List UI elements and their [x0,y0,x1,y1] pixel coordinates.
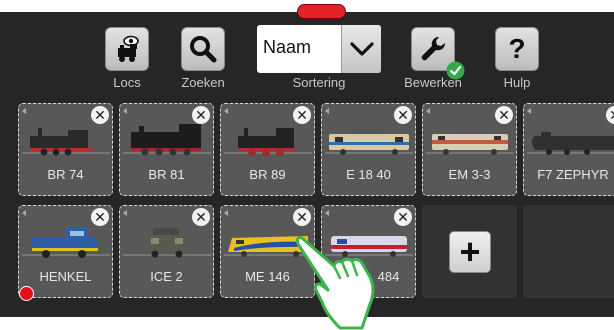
locs-icon [105,27,149,71]
active-indicator [19,286,34,301]
drawer-handle[interactable] [297,4,346,19]
speaker-icon [224,108,228,114]
loco-tile-em33[interactable]: ✕ EM 3-3 [422,103,517,196]
search-button[interactable]: Zoeken [168,27,238,102]
tile-name: BR 89 [249,167,286,182]
sort-select[interactable]: Naam [257,25,381,73]
sort-value: Naam [263,37,312,57]
tile-name: EM 3-3 [448,167,491,182]
plus-icon: + [459,231,481,272]
tile-name: HENKEL [39,269,92,284]
help-button[interactable]: ? Hulp [482,27,552,102]
locomotive-image [325,130,413,155]
speaker-icon [325,210,329,216]
locomotive-image [22,228,110,258]
add-loco-button[interactable]: + [449,231,491,273]
loco-tile-br81[interactable]: ✕ BR 81 [119,103,214,196]
loco-tile-f7zephyr[interactable]: ✕ F7 ZEPHYR [523,103,614,196]
locomotive-image [22,128,110,156]
edit-label: Bewerken [404,75,462,90]
tile-name: BR 81 [148,167,185,182]
search-label: Zoeken [181,75,225,90]
locomotive-image [527,132,614,155]
speaker-icon [224,210,228,216]
empty-slot [523,205,614,298]
speaker-icon [527,108,531,114]
pointing-hand-icon [296,236,375,330]
speaker-icon [123,210,127,216]
tile-name: ICE 2 [150,269,183,284]
locomotive-image [224,128,312,156]
speaker-icon [325,108,329,114]
loco-tile-br89[interactable]: ✕ BR 89 [220,103,315,196]
loco-tile-henkel[interactable]: ✕ HENKEL [18,205,113,298]
sort-label: Sortering [292,75,346,90]
chevron-down-icon[interactable] [341,25,381,73]
locomotive-image [426,130,514,155]
locs-button[interactable]: Locs [92,27,162,102]
locomotive-image [123,228,211,258]
speaker-icon [123,108,127,114]
tile-name: F7 ZEPHYR [537,167,609,182]
loco-tile-ice2[interactable]: ✕ ICE 2 [119,205,214,298]
help-icon: ? [495,27,539,71]
speaker-icon [426,108,430,114]
help-label: Hulp [503,75,531,90]
search-icon [181,27,225,71]
speaker-icon [22,108,26,114]
edit-button[interactable]: Bewerken [398,27,468,102]
speaker-icon [22,210,26,216]
locs-label: Locs [113,75,141,90]
tile-name: BR 74 [47,167,84,182]
loco-tile-e1840[interactable]: ✕ E 18 40 [321,103,416,196]
question-mark-glyph: ? [508,33,526,64]
tile-name: E 18 40 [346,167,391,182]
locomotive-image [123,124,211,156]
loco-tile-br74[interactable]: ✕ BR 74 [18,103,113,196]
